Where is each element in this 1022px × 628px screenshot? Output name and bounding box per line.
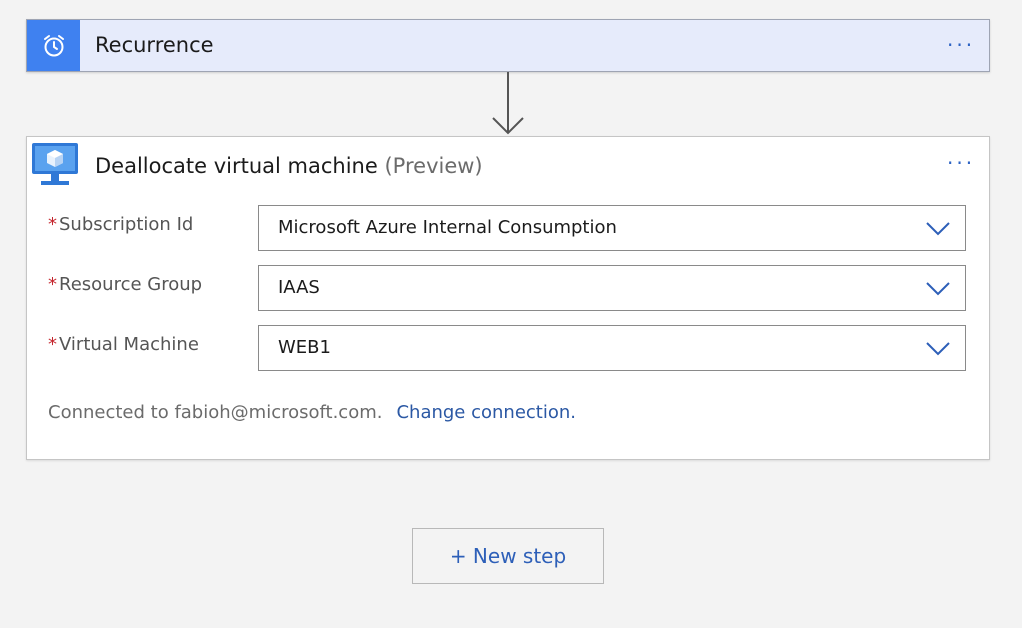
virtual-machine-value: WEB1 xyxy=(278,337,331,358)
preview-tag: (Preview) xyxy=(384,154,483,178)
recurrence-more-menu[interactable]: ··· xyxy=(947,35,975,55)
connection-status: Connected to fabioh@microsoft.com. xyxy=(48,402,383,423)
chevron-down-icon xyxy=(926,222,950,236)
recurrence-card[interactable]: Recurrence ··· xyxy=(26,19,990,72)
new-step-button[interactable]: + New step xyxy=(412,528,604,584)
chevron-down-icon xyxy=(926,342,950,356)
chevron-down-icon xyxy=(926,282,950,296)
subscription-id-label: * Subscription Id xyxy=(48,214,194,235)
required-marker: * xyxy=(48,274,57,295)
recurrence-icon-box xyxy=(27,20,80,71)
deallocate-vm-card[interactable]: Deallocate virtual machine (Preview) ···… xyxy=(26,136,990,460)
alarm-clock-icon xyxy=(43,34,64,56)
connection-info: Connected to fabioh@microsoft.com. Change… xyxy=(48,402,576,423)
deallocate-title-text: Deallocate virtual machine xyxy=(95,154,378,178)
resource-group-dropdown[interactable]: IAAS xyxy=(258,265,966,311)
resource-group-label: * Resource Group xyxy=(48,274,203,295)
subscription-id-dropdown[interactable]: Microsoft Azure Internal Consumption xyxy=(258,205,966,251)
required-marker: * xyxy=(48,334,57,355)
subscription-id-value: Microsoft Azure Internal Consumption xyxy=(278,217,617,238)
connector-arrow xyxy=(492,72,524,135)
required-marker: * xyxy=(48,214,57,235)
deallocate-title: Deallocate virtual machine (Preview) xyxy=(95,154,483,178)
change-connection-link[interactable]: Change connection. xyxy=(396,402,576,423)
virtual-machine-dropdown[interactable]: WEB1 xyxy=(258,325,966,371)
virtual-machine-label: * Virtual Machine xyxy=(48,334,199,355)
resource-group-value: IAAS xyxy=(278,277,320,298)
recurrence-title: Recurrence xyxy=(95,33,214,57)
virtual-machine-icon xyxy=(32,143,78,185)
deallocate-more-menu[interactable]: ··· xyxy=(947,153,975,173)
